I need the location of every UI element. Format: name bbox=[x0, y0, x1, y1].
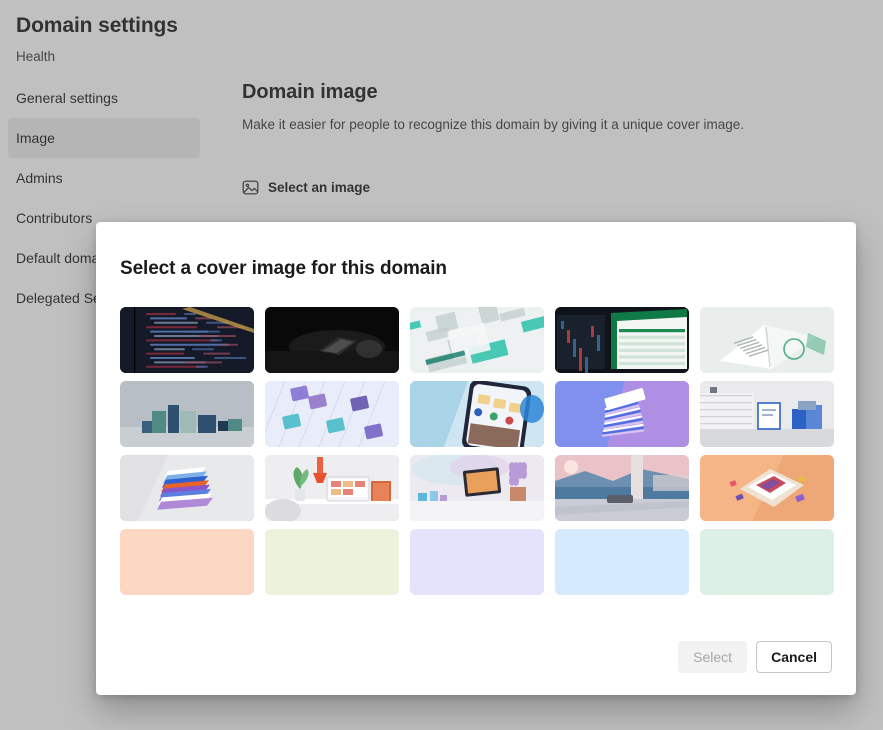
cover-image-option-phone-app-blue[interactable] bbox=[410, 381, 544, 447]
cover-image-grid bbox=[120, 307, 834, 595]
cover-image-option-solid-peach[interactable] bbox=[120, 529, 254, 595]
cancel-button[interactable]: Cancel bbox=[756, 641, 832, 673]
cover-image-option-teal-blocks-3d[interactable] bbox=[120, 381, 254, 447]
dialog-title: Select a cover image for this domain bbox=[120, 258, 447, 279]
dialog-footer: Select Cancel bbox=[120, 631, 832, 673]
cover-image-option-cards-stack-purple[interactable] bbox=[555, 381, 689, 447]
cover-image-option-tablet-lavender-plant[interactable] bbox=[410, 455, 544, 521]
cover-image-option-solid-light-lime[interactable] bbox=[265, 529, 399, 595]
cover-image-option-laptop-dark-desk[interactable] bbox=[265, 307, 399, 373]
cover-image-option-orange-book-isometric[interactable] bbox=[700, 455, 834, 521]
select-button[interactable]: Select bbox=[678, 641, 748, 673]
cover-image-option-desk-plant-monitor[interactable] bbox=[265, 455, 399, 521]
cover-image-option-solid-mint[interactable] bbox=[700, 529, 834, 595]
cover-image-option-spreadsheet-green-night[interactable] bbox=[555, 307, 689, 373]
cover-image-option-abstract-teal-circuit[interactable] bbox=[410, 307, 544, 373]
cover-image-option-code-editor-dark[interactable] bbox=[120, 307, 254, 373]
cover-image-option-solid-light-blue[interactable] bbox=[555, 529, 689, 595]
cover-image-option-office-shelf-blue[interactable] bbox=[700, 381, 834, 447]
app-root: Domain settings Health General settings I… bbox=[0, 0, 883, 730]
cover-image-option-paper-stack-colorful[interactable] bbox=[120, 455, 254, 521]
cover-image-option-notebook-green-desk[interactable] bbox=[700, 307, 834, 373]
cover-image-option-pool-dusk-landscape[interactable] bbox=[555, 455, 689, 521]
cover-image-option-glass-cubes-violet[interactable] bbox=[265, 381, 399, 447]
select-cover-image-dialog: Select a cover image for this domain Sel… bbox=[96, 222, 856, 695]
cover-image-option-solid-lavender[interactable] bbox=[410, 529, 544, 595]
